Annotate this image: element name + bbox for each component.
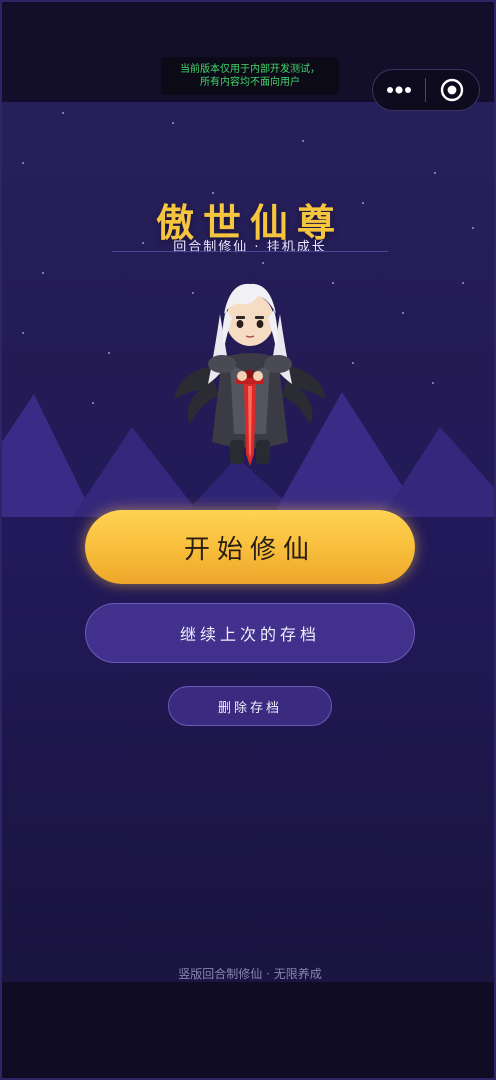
star (302, 140, 304, 142)
star (22, 332, 24, 334)
game-subtitle: 回合制修仙 · 挂机成长 (173, 240, 327, 255)
star (262, 262, 264, 264)
star (462, 282, 464, 284)
mountain-right (382, 427, 494, 517)
continue-save-button[interactable]: 继续上次的存档 (85, 603, 415, 663)
subtitle-divider (112, 251, 388, 252)
target-circle-icon[interactable] (426, 70, 480, 110)
star (172, 122, 174, 124)
star (22, 162, 24, 164)
dev-notice-line2: 所有内容均不面向用户 (200, 77, 300, 88)
star (108, 352, 110, 354)
swordsman-character (174, 283, 326, 466)
dev-notice-line1: 当前版本仅用于内部开发测试， (180, 64, 320, 75)
start-game-button[interactable]: 开始修仙 (85, 510, 415, 584)
star (434, 172, 436, 174)
star (352, 362, 354, 364)
dev-notice-banner: 当前版本仅用于内部开发测试， 所有内容均不面向用户 (161, 57, 339, 95)
bottom-area (2, 982, 494, 1078)
star (402, 312, 404, 314)
star (42, 272, 44, 274)
delete-save-button[interactable]: 删除存档 (168, 686, 332, 726)
footer-tagline: 竖版回合制修仙 · 无限养成 (178, 967, 322, 981)
star (62, 112, 64, 114)
star (332, 282, 334, 284)
mini-program-capsule (372, 69, 480, 111)
app-screen: 当前版本仅用于内部开发测试， 所有内容均不面向用户 傲世仙尊 回合制修仙 · 挂… (0, 0, 496, 1080)
more-dots-icon[interactable] (373, 70, 425, 110)
mountain-left (2, 394, 94, 517)
